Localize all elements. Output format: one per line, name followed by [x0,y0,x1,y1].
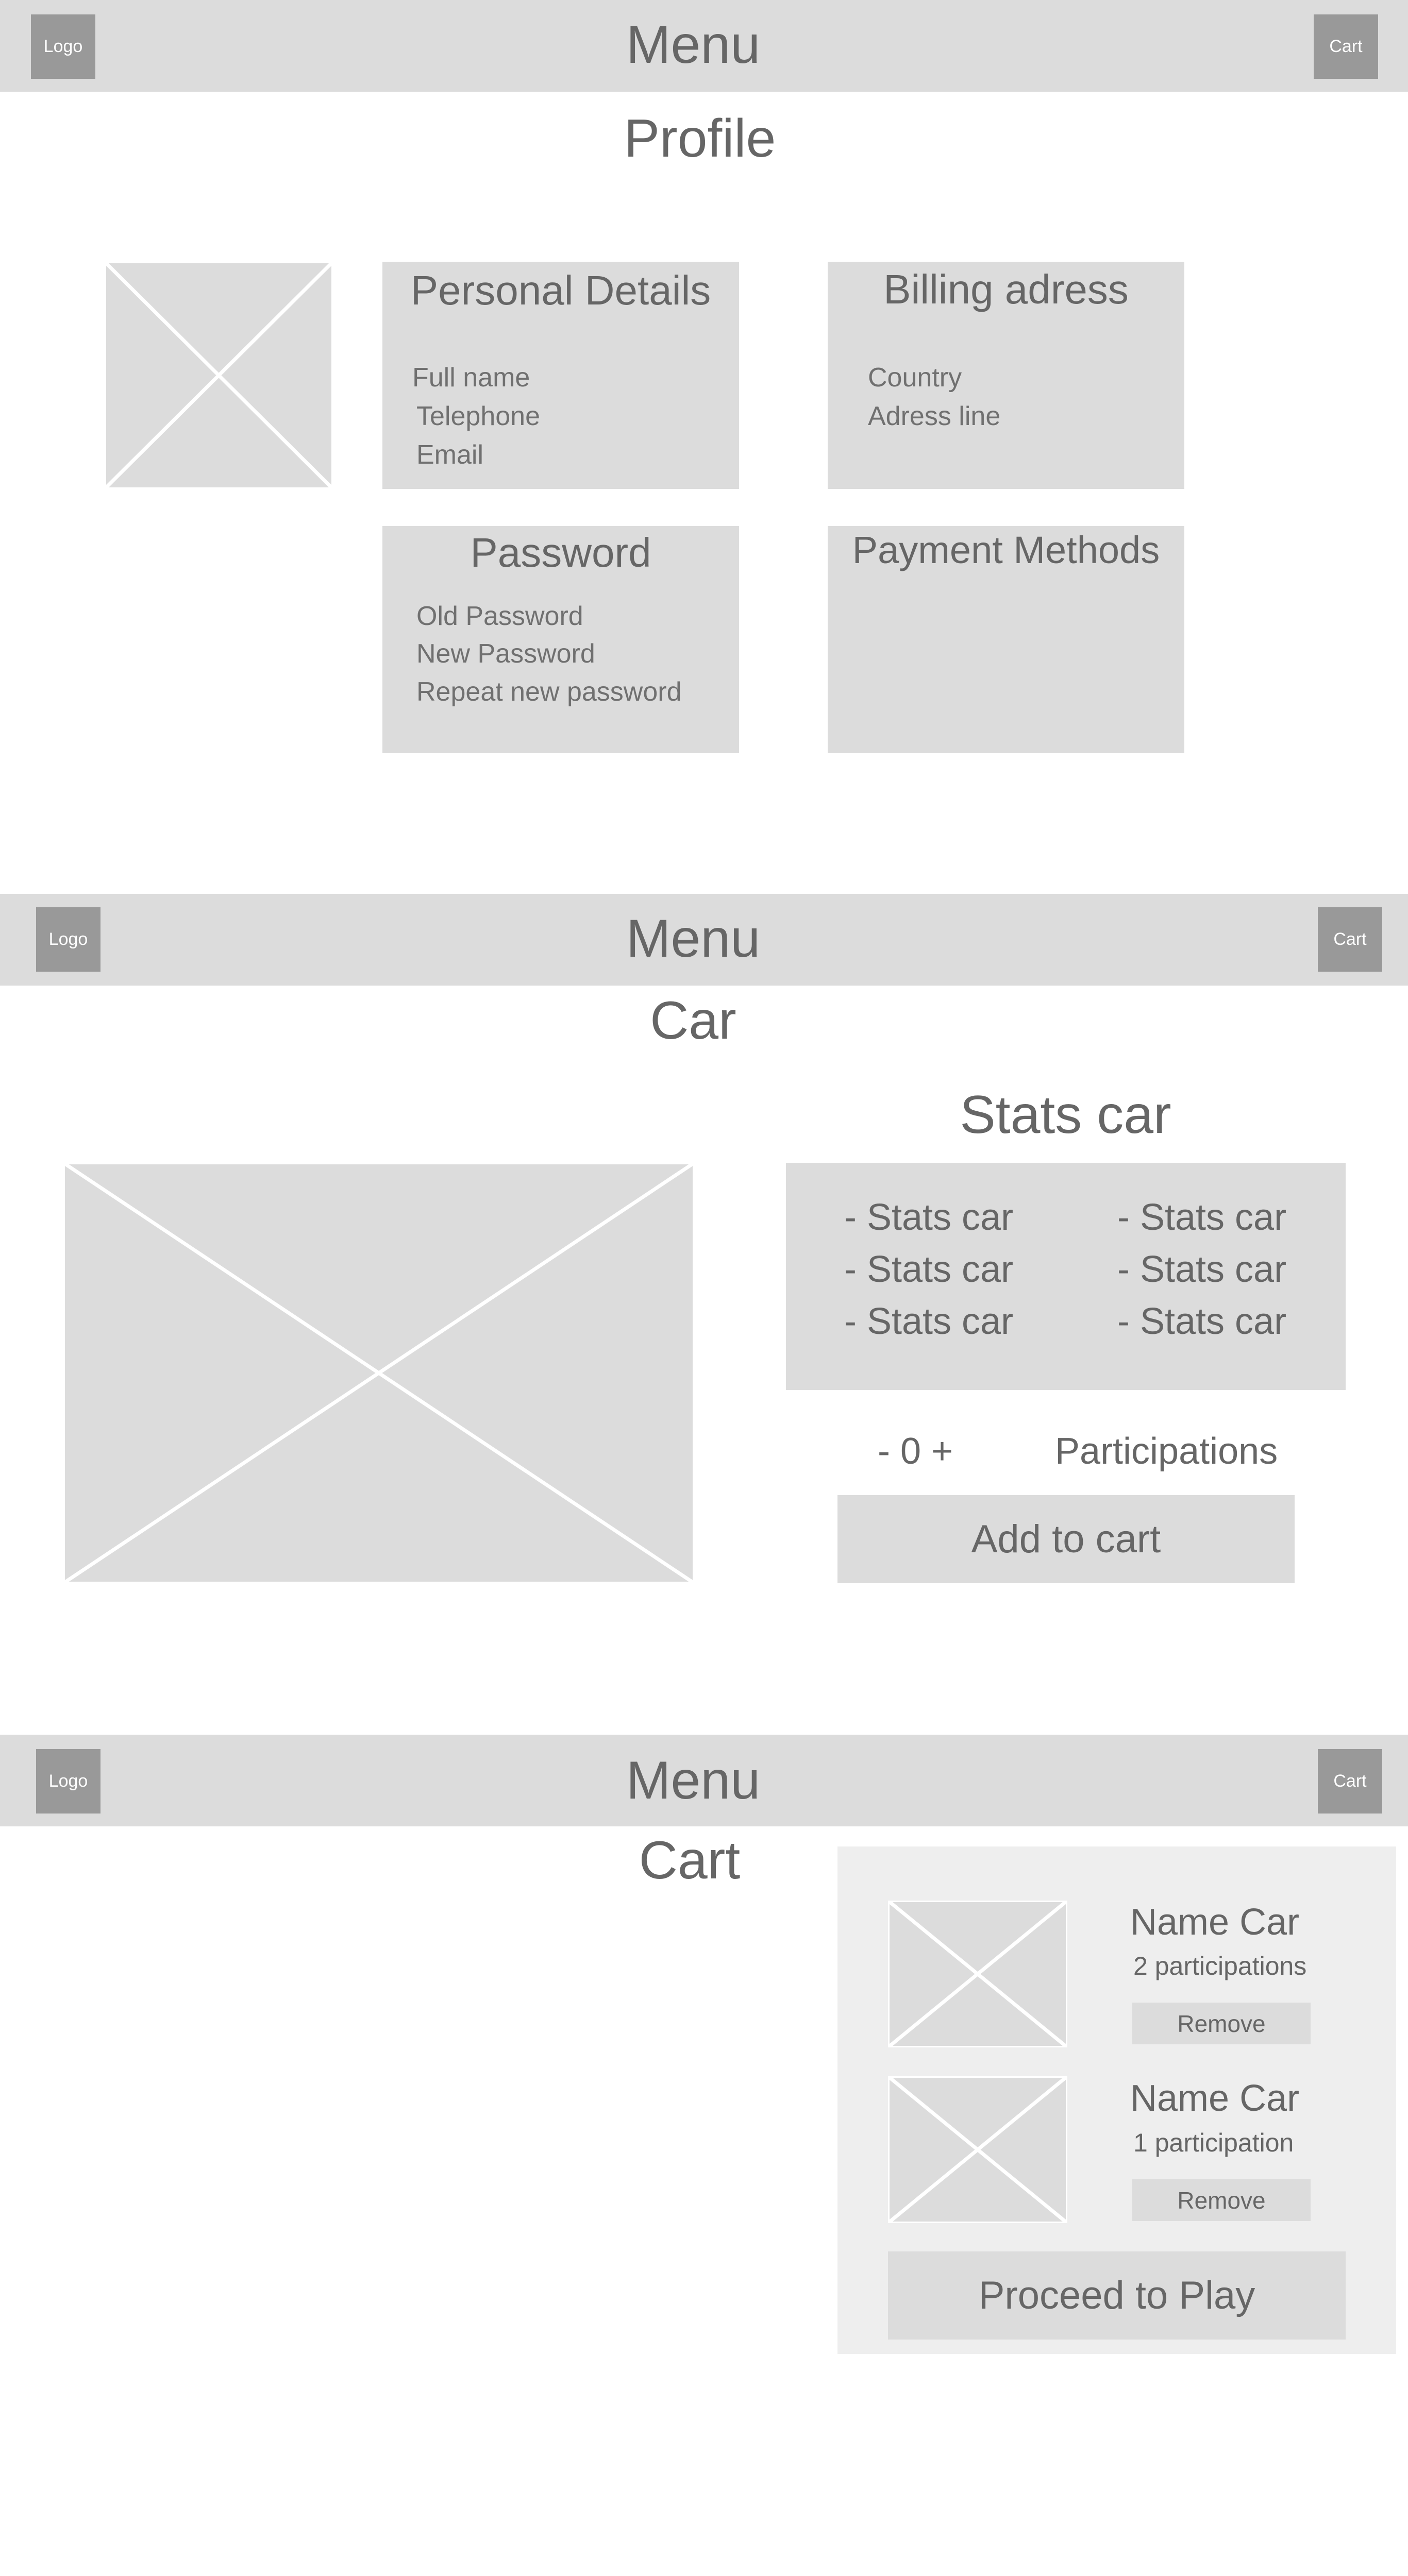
participations-stepper[interactable]: - 0 + [878,1430,953,1472]
top-nav-car: Logo Menu Cart [0,894,1408,986]
stat-item: - Stats car [1117,1249,1287,1290]
stat-item: - Stats car [1117,1197,1287,1238]
image-placeholder-icon [63,1163,694,1583]
repeat-password-field[interactable]: Repeat new password [416,676,682,707]
personal-details-heading: Personal Details [410,267,711,313]
car-stats-panel: - Stats car - Stats car - Stats car - St… [786,1163,1346,1390]
stats-heading: Stats car [960,1085,1171,1145]
menu-link[interactable]: Menu [539,1750,848,1811]
cart-item-name: Name Car [1130,2078,1300,2119]
logo-button[interactable]: Logo [31,14,95,79]
cart-item-participations: 2 participations [1133,1952,1307,1980]
page-title-car: Car [650,991,736,1050]
cart-item-thumbnail [888,2076,1067,2223]
cart-button[interactable]: Cart [1318,907,1382,972]
cart-panel: Name Car 2 participations Remove Name Ca… [837,1846,1396,2354]
stat-item: - Stats car [1117,1301,1287,1342]
add-to-cart-button[interactable]: Add to cart [837,1495,1295,1583]
address-line-field[interactable]: Adress line [868,401,1000,432]
top-nav-cart: Logo Menu Cart [0,1735,1408,1826]
password-panel: Password Old Password New Password Repea… [382,526,739,753]
image-placeholder-icon [888,2076,1067,2223]
car-image-placeholder [63,1163,694,1583]
cart-button[interactable]: Cart [1314,14,1378,79]
payment-methods-heading: Payment Methods [852,529,1160,571]
email-field[interactable]: Email [416,439,483,470]
billing-address-panel: Billing adress Country Adress line [828,262,1184,489]
cart-button[interactable]: Cart [1318,1749,1382,1814]
page-title-profile: Profile [624,109,776,168]
telephone-field[interactable]: Telephone [416,401,540,432]
logo-button[interactable]: Logo [36,1749,100,1814]
cart-item-thumbnail [888,1901,1067,2047]
avatar-placeholder [105,262,333,489]
country-field[interactable]: Country [868,362,962,393]
payment-methods-panel[interactable]: Payment Methods [828,526,1184,753]
page-title-cart: Cart [639,1831,741,1890]
remove-button[interactable]: Remove [1132,2179,1311,2221]
stat-item: - Stats car [844,1249,1014,1290]
password-heading: Password [470,530,651,575]
old-password-field[interactable]: Old Password [416,601,583,632]
top-nav-profile: Logo Menu Cart [0,0,1408,92]
new-password-field[interactable]: New Password [416,638,595,669]
stat-item: - Stats car [844,1301,1014,1342]
logo-button[interactable]: Logo [36,907,100,972]
menu-link[interactable]: Menu [539,908,848,970]
billing-address-heading: Billing adress [883,266,1129,312]
menu-link[interactable]: Menu [539,14,848,76]
remove-button[interactable]: Remove [1132,2003,1311,2044]
image-placeholder-icon [105,262,333,489]
personal-details-panel: Personal Details Full name Telephone Ema… [382,262,739,489]
stat-item: - Stats car [844,1197,1014,1238]
participations-label: Participations [1055,1431,1278,1472]
cart-item-name: Name Car [1130,1902,1300,1943]
image-placeholder-icon [888,1901,1067,2047]
full-name-field[interactable]: Full name [412,362,530,393]
proceed-to-play-button[interactable]: Proceed to Play [888,2251,1346,2340]
cart-item-participations: 1 participation [1133,2128,1294,2157]
